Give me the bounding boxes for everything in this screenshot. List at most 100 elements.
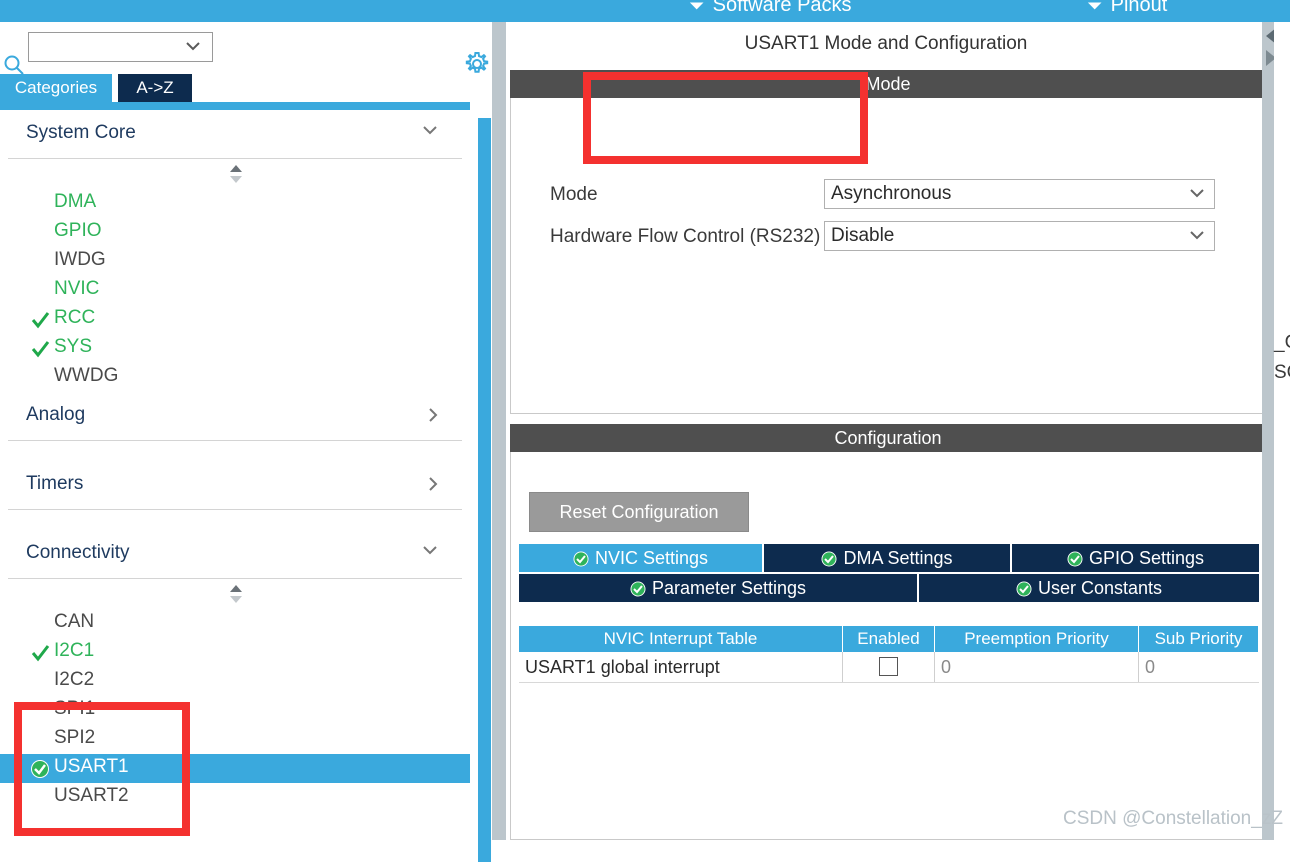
spinner-icon[interactable] bbox=[228, 163, 244, 190]
check-icon bbox=[30, 339, 50, 359]
blank-icon bbox=[30, 730, 50, 750]
sidebar-item-label: SPI2 bbox=[54, 727, 96, 748]
panel-divider-right[interactable] bbox=[1262, 22, 1274, 840]
tab-parameter-settings[interactable]: Parameter Settings bbox=[519, 574, 917, 602]
configuration-section-body: Reset Configuration NVIC Settings DMA Set… bbox=[510, 452, 1266, 840]
sidebar-item-label: USART1 bbox=[54, 756, 129, 777]
chevron-right-icon[interactable] bbox=[426, 474, 440, 499]
tab-dma-settings[interactable]: DMA Settings bbox=[764, 544, 1010, 572]
sidebar-item-usart2[interactable]: USART2 bbox=[0, 783, 470, 812]
enabled-checkbox[interactable] bbox=[843, 652, 935, 682]
sidebar-item-label: NVIC bbox=[54, 278, 100, 299]
tab-underline bbox=[0, 102, 470, 110]
scroll-spinner[interactable] bbox=[0, 159, 470, 189]
sidebar-item-gpio[interactable]: GPIO bbox=[0, 218, 470, 247]
hardware-flow-control-select[interactable]: Disable bbox=[824, 221, 1215, 251]
tab-label: User Constants bbox=[1037, 578, 1163, 598]
sidebar-item-can[interactable]: CAN bbox=[0, 609, 470, 638]
blank-icon bbox=[30, 701, 50, 721]
table-column-header[interactable]: Preemption Priority bbox=[935, 626, 1139, 652]
sidebar-item-label: I2C2 bbox=[54, 669, 95, 690]
hardware-flow-control-value: Disable bbox=[831, 225, 895, 246]
nvic-interrupt-table: NVIC Interrupt Table Enabled Preemption Pr… bbox=[519, 626, 1259, 683]
reset-configuration-button[interactable]: Reset Configuration bbox=[529, 492, 749, 532]
hardware-flow-control-label: Hardware Flow Control (RS232) bbox=[550, 226, 821, 247]
sidebar-item-usart1[interactable]: USART1 bbox=[0, 754, 470, 783]
sidebar-item-iwdg[interactable]: IWDG bbox=[0, 247, 470, 276]
tab-gpio-settings[interactable]: GPIO Settings bbox=[1012, 544, 1259, 572]
sidebar-item-spi2[interactable]: SPI2 bbox=[0, 725, 470, 754]
tab-nvic-settings[interactable]: NVIC Settings bbox=[519, 544, 762, 572]
sidebar-scrollbar-thumb[interactable] bbox=[478, 118, 491, 862]
check-circle-icon bbox=[573, 547, 589, 575]
peripheral-tree-panel: Categories A->Z System Core DMA GPIO IWDG NV… bbox=[0, 22, 492, 862]
configuration-section-header: Configuration bbox=[510, 424, 1266, 452]
category-list: System Core DMA GPIO IWDG NVIC RCC SYS WWDG Anal… bbox=[0, 110, 470, 840]
blank-icon bbox=[30, 788, 50, 808]
tab-a-to-z[interactable]: A->Z bbox=[118, 74, 192, 102]
watermark: CSDN @Constellation_zZ bbox=[1063, 808, 1283, 829]
search-icon bbox=[3, 54, 25, 76]
sidebar-item-label: RCC bbox=[54, 307, 96, 328]
chevron-down-icon[interactable] bbox=[420, 543, 440, 562]
blank-icon bbox=[30, 672, 50, 692]
spinner-icon[interactable] bbox=[228, 583, 244, 610]
table-header-row: NVIC Interrupt Table Enabled Preemption Pr… bbox=[519, 626, 1259, 652]
configuration-panel: USART1 Mode and Configuration Mode Mode … bbox=[506, 22, 1274, 840]
blank-icon bbox=[30, 223, 50, 243]
edge-text-line-2: SC bbox=[1274, 362, 1290, 383]
tab-user-constants[interactable]: User Constants bbox=[919, 574, 1259, 602]
check-circle-icon bbox=[630, 577, 646, 605]
category-header-timers[interactable]: Timers bbox=[8, 461, 462, 510]
chevron-down-icon[interactable] bbox=[184, 39, 202, 58]
panel-divider-left[interactable] bbox=[492, 22, 506, 840]
sidebar-item-label: IWDG bbox=[54, 249, 106, 270]
chevron-down-icon[interactable] bbox=[420, 123, 440, 142]
chevron-down-icon[interactable] bbox=[1188, 186, 1206, 205]
sidebar-item-sys[interactable]: SYS bbox=[0, 334, 470, 363]
sidebar-item-i2c1[interactable]: I2C1 bbox=[0, 638, 470, 667]
mode-select[interactable]: Asynchronous bbox=[824, 179, 1215, 209]
chevron-down-icon: ⏷ bbox=[1088, 0, 1102, 15]
table-column-header[interactable]: NVIC Interrupt Table bbox=[519, 626, 843, 652]
tab-categories[interactable]: Categories bbox=[0, 74, 112, 102]
sidebar-item-label: SYS bbox=[54, 336, 93, 357]
right-overflow-area bbox=[1274, 22, 1290, 840]
category-header-analog[interactable]: Analog bbox=[8, 392, 462, 441]
sidebar-item-rcc[interactable]: RCC bbox=[0, 305, 470, 334]
edge-text-line-1: _C bbox=[1274, 332, 1290, 353]
sidebar-item-dma[interactable]: DMA bbox=[0, 189, 470, 218]
tab-label: DMA Settings bbox=[843, 548, 953, 568]
sub-priority-value[interactable]: 0 bbox=[1139, 652, 1259, 682]
table-column-header[interactable]: Sub Priority bbox=[1139, 626, 1259, 652]
table-column-header[interactable]: Enabled bbox=[843, 626, 935, 652]
scroll-spinner[interactable] bbox=[0, 579, 470, 609]
menu-item-pinout[interactable]: ⏷ Pinout bbox=[1088, 0, 1167, 18]
sidebar-item-spi1[interactable]: SPI1 bbox=[0, 696, 470, 725]
menu-item-software-packs[interactable]: ⏷ Software Packs bbox=[690, 0, 852, 18]
check-icon bbox=[30, 759, 50, 779]
table-row[interactable]: USART1 global interrupt 0 0 bbox=[519, 652, 1259, 683]
sidebar-item-nvic[interactable]: NVIC bbox=[0, 276, 470, 305]
sidebar-item-i2c2[interactable]: I2C2 bbox=[0, 667, 470, 696]
app-root: ⏷ Software Packs ⏷ Pinout Categories A->… bbox=[0, 0, 1290, 862]
chevron-down-icon[interactable] bbox=[1188, 228, 1206, 247]
sidebar-item-label: SPI1 bbox=[54, 698, 96, 719]
sidebar-item-label: WWDG bbox=[54, 365, 119, 386]
blank-icon bbox=[30, 614, 50, 634]
category-header-system-core[interactable]: System Core bbox=[8, 110, 462, 159]
category-title: System Core bbox=[26, 122, 136, 143]
search-input[interactable] bbox=[28, 32, 213, 62]
preemption-priority-value[interactable]: 0 bbox=[935, 652, 1139, 682]
search-row bbox=[0, 22, 489, 75]
tab-label: GPIO Settings bbox=[1088, 548, 1205, 568]
table-body: USART1 global interrupt 0 0 bbox=[519, 652, 1259, 683]
interrupt-name: USART1 global interrupt bbox=[519, 652, 843, 682]
check-circle-icon bbox=[1016, 577, 1032, 605]
sidebar-item-wwdg[interactable]: WWDG bbox=[0, 363, 470, 392]
category-header-connectivity[interactable]: Connectivity bbox=[8, 530, 462, 579]
blank-icon bbox=[30, 194, 50, 214]
checkbox-icon[interactable] bbox=[879, 657, 898, 676]
chevron-right-icon[interactable] bbox=[426, 405, 440, 430]
